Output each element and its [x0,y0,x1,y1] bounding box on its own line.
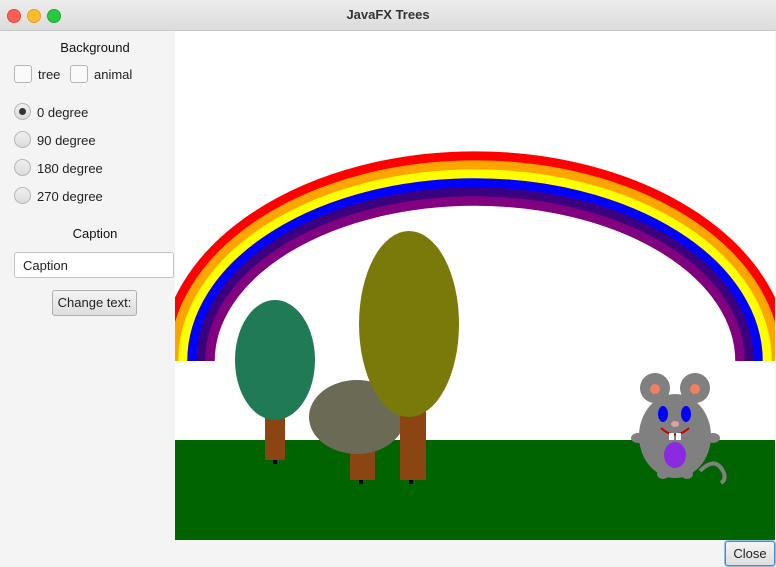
tree-trunk [400,409,426,480]
title-bar: JavaFX Trees [0,0,776,31]
mouse-tooth [669,433,674,440]
mouse-arm-right [706,433,720,443]
tree-canopy-green [235,300,315,420]
tree-checkbox-label[interactable]: tree [38,67,60,82]
radio-180-degree[interactable] [14,159,31,176]
mouse-arm-left [631,433,645,443]
radio-270-degree-label[interactable]: 270 degree [37,189,103,204]
mouse-nose [671,421,679,427]
tree-canopy-olive [359,231,459,417]
close-button[interactable]: Close [725,541,775,566]
radio-90-degree-label[interactable]: 90 degree [37,133,96,148]
animal-checkbox-label[interactable]: animal [94,67,132,82]
scene-canvas [175,31,775,540]
tree-checkbox[interactable] [14,65,32,83]
mouse-ear-inner-right [690,384,700,394]
radio-180-degree-label[interactable]: 180 degree [37,161,103,176]
background-heading: Background [60,40,130,55]
radio-90-degree[interactable] [14,131,31,148]
app-window: JavaFX Trees Background tree animal 0 de… [0,0,776,567]
radio-0-degree-label[interactable]: 0 degree [37,105,88,120]
mouse-ear-inner-left [650,384,660,394]
window-title: JavaFX Trees [346,7,430,22]
change-text-button[interactable]: Change text: [52,290,137,316]
tree-root-dot [409,480,413,484]
mouse-foot-right [681,469,693,479]
mouse-foot-left [657,469,669,479]
caption-input[interactable] [14,252,174,278]
mouse-eye-left [658,406,668,422]
tree-root-dot [359,480,363,484]
mouse-eye-right [681,406,691,422]
tree-root-dot [273,460,277,464]
radio-0-degree[interactable] [14,103,31,120]
mouse-belly [664,442,686,468]
animal-checkbox[interactable] [70,65,88,83]
radio-270-degree[interactable] [14,187,31,204]
caption-heading: Caption [72,226,118,241]
mouse-tooth [676,433,681,440]
